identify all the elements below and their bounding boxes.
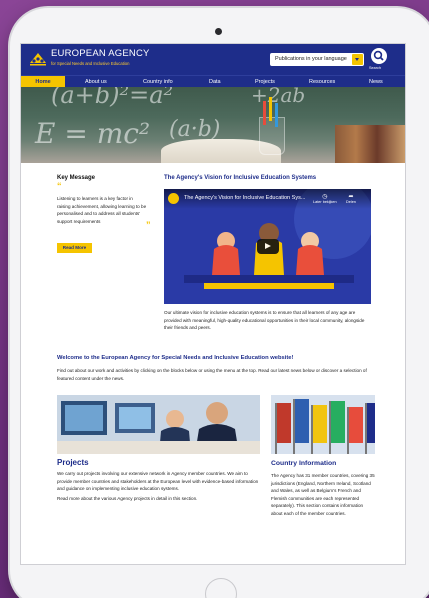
video-player[interactable]: The Agency's Vision for Inclusive Educat… [164, 189, 371, 304]
close-quote-icon: ” [146, 220, 151, 230]
read-more-button[interactable]: Read More [57, 243, 92, 253]
key-message-text: Listening to learners is a key factor in… [57, 196, 147, 224]
chalk-formula-decoration: +2ab [251, 87, 306, 107]
chalk-formula-decoration: (a+b)²=a² [51, 87, 174, 109]
key-message-heading: Key Message [57, 175, 96, 181]
org-subtitle: for Special Needs and Inclusive Educatio… [51, 61, 130, 66]
country-image[interactable] [271, 395, 375, 454]
main-content: Key Message “ Listening to learners is a… [21, 163, 405, 563]
classroom-photo [57, 395, 260, 454]
projects-text: We carry out projects involving our exte… [57, 471, 259, 492]
channel-avatar[interactable] [168, 193, 179, 204]
vision-heading: The Agency's Vision for Inclusive Educat… [164, 175, 317, 181]
hero-banner: (a+b)²=a² E = mc² (a·b) +2ab [21, 87, 405, 163]
country-text: The Agency has 31 member countries, cove… [271, 473, 375, 516]
books-decoration [335, 125, 405, 163]
flags-photo [271, 395, 375, 454]
share-icon: ➦ [348, 194, 354, 200]
agency-logo-icon[interactable] [29, 52, 47, 66]
main-nav: Home About us Country info Data Projects… [21, 75, 405, 88]
open-quote-icon: “ [57, 181, 62, 191]
country-heading[interactable]: Country Information [271, 460, 336, 467]
projects-more-text: Read more about the various Agency proje… [57, 496, 198, 501]
language-select[interactable]: Publications in your language [270, 53, 364, 66]
site-header: EUROPEAN AGENCY for Special Needs and In… [21, 44, 405, 75]
projects-heading[interactable]: Projects [57, 458, 89, 467]
video-title[interactable]: The Agency's Vision for Inclusive Educat… [184, 195, 305, 201]
pencil-decoration [263, 101, 266, 125]
welcome-heading: Welcome to the European Agency for Speci… [57, 355, 294, 361]
home-button[interactable] [205, 578, 237, 598]
share-button[interactable]: ➦ Delen [346, 193, 356, 204]
org-title[interactable]: EUROPEAN AGENCY [51, 48, 150, 59]
projects-image[interactable] [57, 395, 260, 454]
play-icon[interactable] [257, 239, 279, 254]
clock-icon: ◷ [322, 194, 328, 200]
chevron-down-icon[interactable] [352, 54, 363, 65]
pencil-decoration [275, 103, 278, 127]
browser-screen: EUROPEAN AGENCY for Special Needs and In… [20, 43, 406, 565]
share-label: Delen [346, 200, 356, 204]
watch-later-label: Later bekijken [313, 200, 337, 204]
pencil-decoration [269, 97, 272, 121]
welcome-text: Find out about our work and activities b… [57, 368, 367, 381]
watch-later-button[interactable]: ◷ Later bekijken [313, 193, 337, 204]
camera-dot [215, 28, 222, 35]
language-select-value: Publications in your language [275, 56, 347, 62]
search-label: Search [369, 66, 382, 70]
vision-text: Our ultimate vision for inclusive educat… [164, 310, 365, 331]
search-icon[interactable] [371, 48, 387, 64]
chalk-formula-decoration: E = mc² [35, 117, 151, 150]
